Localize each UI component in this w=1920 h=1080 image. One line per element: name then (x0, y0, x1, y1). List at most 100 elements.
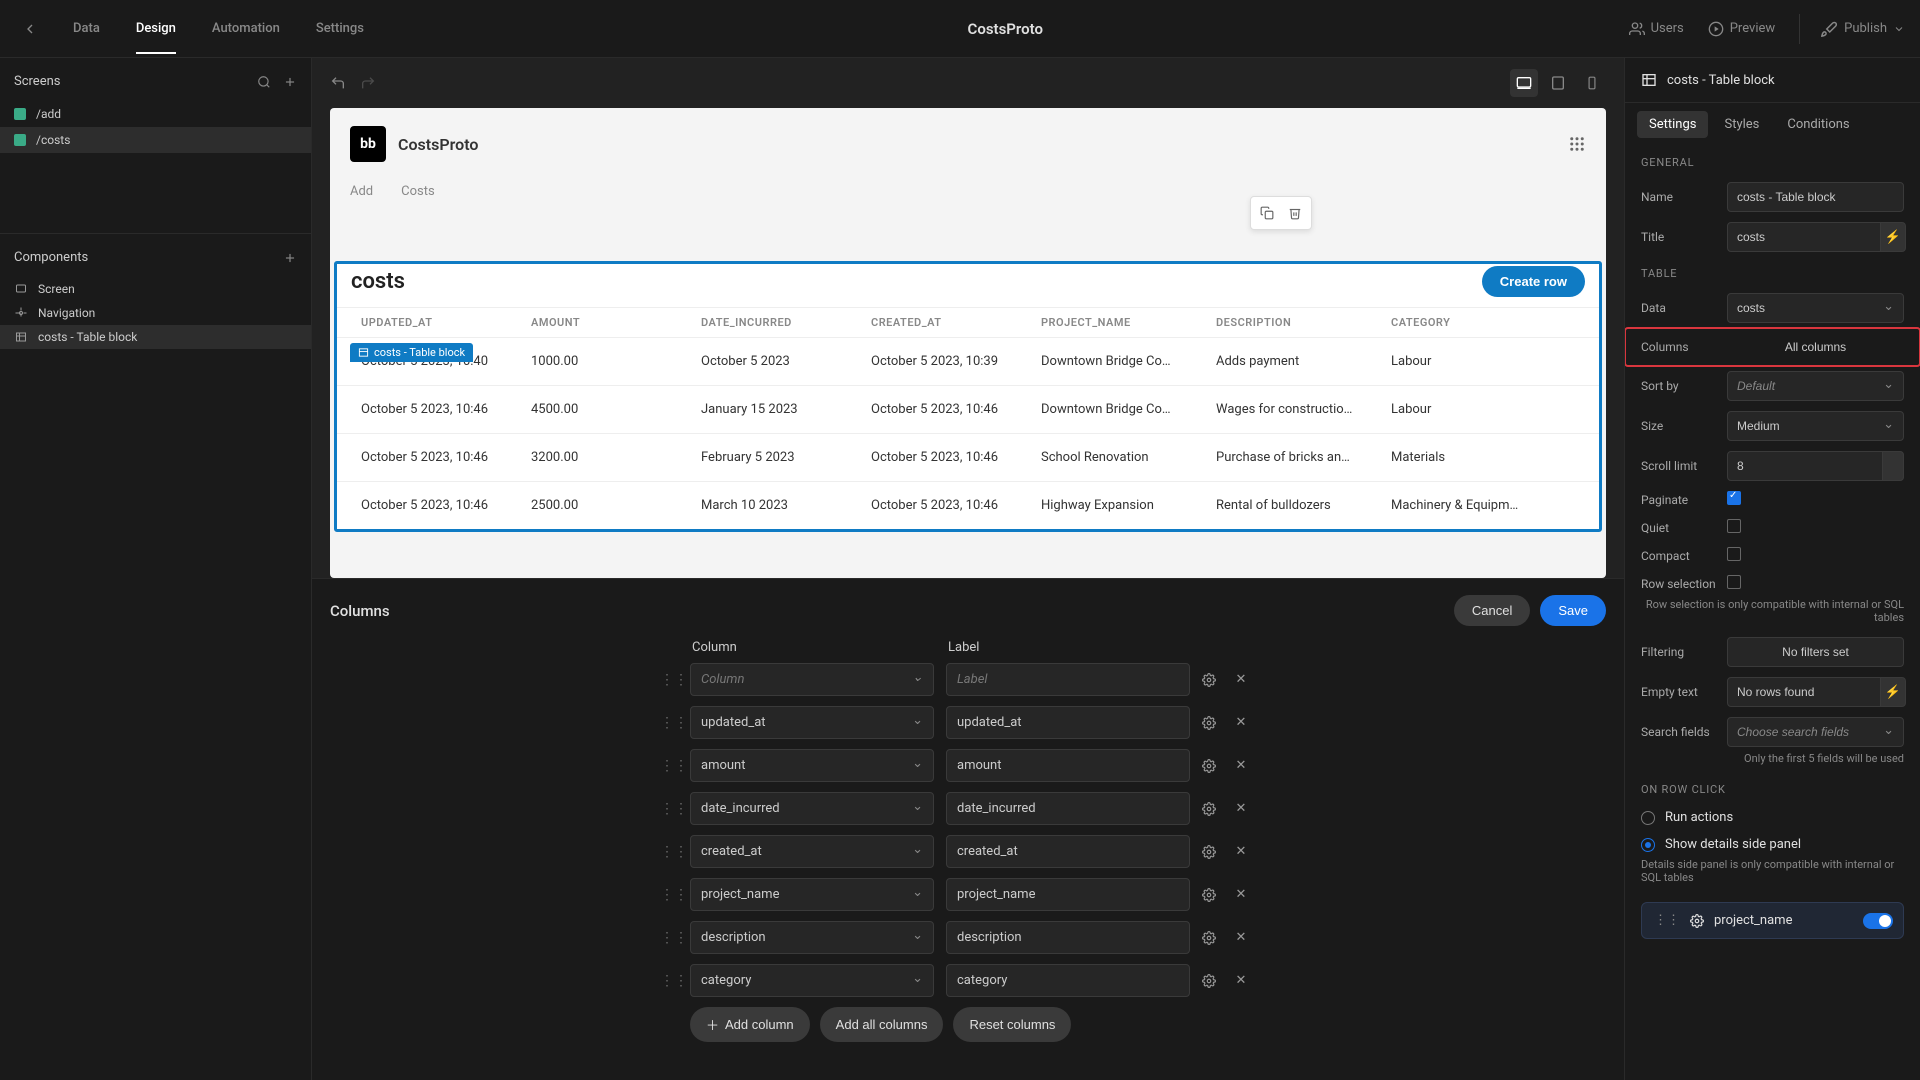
delete-button[interactable] (1283, 201, 1307, 225)
label-input[interactable]: amount (946, 749, 1190, 782)
drag-handle-icon[interactable]: ⋮⋮ (660, 930, 678, 946)
cancel-button[interactable]: Cancel (1454, 595, 1530, 626)
undo-button[interactable] (330, 75, 346, 91)
rtab-styles[interactable]: Styles (1712, 111, 1771, 138)
label-input[interactable]: Label (946, 663, 1190, 696)
add-component-icon[interactable] (283, 251, 297, 265)
add-all-columns-button[interactable]: Add all columns (820, 1007, 944, 1042)
nav-tab-settings[interactable]: Settings (298, 3, 382, 54)
table-row[interactable]: October 5 2023, 10:401000.00October 5 20… (337, 337, 1599, 385)
empty-text-input[interactable] (1727, 677, 1904, 707)
nav-tab-data[interactable]: Data (55, 3, 118, 54)
sortby-select[interactable] (1727, 371, 1904, 401)
title-input[interactable] (1727, 222, 1904, 252)
filtering-value[interactable] (1727, 637, 1904, 667)
component-table-block[interactable]: costs - Table block (0, 325, 311, 349)
rtab-settings[interactable]: Settings (1637, 111, 1708, 138)
component-navigation[interactable]: Navigation (0, 301, 311, 325)
block-selection-chip[interactable]: costs - Table block (350, 343, 473, 362)
tablet-view-button[interactable] (1544, 69, 1572, 97)
back-button[interactable] (15, 14, 45, 44)
nav-tab-design[interactable]: Design (118, 3, 194, 54)
columns-field-highlighted[interactable]: Columns (1625, 328, 1920, 366)
drag-handle-icon[interactable]: ⋮⋮ (660, 801, 678, 817)
column-select[interactable]: created_at (690, 835, 934, 868)
scroll-limit-input[interactable] (1727, 451, 1904, 481)
gear-icon[interactable] (1202, 759, 1220, 773)
data-select[interactable] (1727, 293, 1904, 323)
close-icon[interactable]: ✕ (1232, 844, 1250, 859)
gear-icon[interactable] (1690, 914, 1704, 928)
compact-checkbox[interactable] (1727, 547, 1741, 561)
publish-button[interactable]: Publish (1799, 14, 1905, 44)
users-button[interactable]: Users (1629, 21, 1684, 37)
radio-run-actions[interactable]: Run actions (1625, 804, 1920, 831)
close-icon[interactable]: ✕ (1232, 973, 1250, 988)
table-row[interactable]: October 5 2023, 10:462500.00March 10 202… (337, 481, 1599, 529)
nav-tab-automation[interactable]: Automation (194, 3, 298, 54)
paginate-checkbox[interactable] (1727, 491, 1741, 505)
mobile-view-button[interactable] (1578, 69, 1606, 97)
drag-handle-icon[interactable]: ⋮⋮ (660, 973, 678, 989)
add-screen-icon[interactable] (283, 75, 297, 89)
gear-icon[interactable] (1202, 974, 1220, 988)
table-row[interactable]: October 5 2023, 10:463200.00February 5 2… (337, 433, 1599, 481)
detail-field-project-name[interactable]: ⋮⋮ project_name (1641, 902, 1904, 939)
name-input[interactable] (1727, 182, 1904, 212)
app-tab-add[interactable]: Add (350, 184, 373, 209)
component-screen[interactable]: Screen (0, 277, 311, 301)
column-select[interactable]: description (690, 921, 934, 954)
bolt-icon[interactable]: ⚡ (1880, 677, 1906, 707)
screen-item-add[interactable]: /add (0, 101, 311, 127)
gear-icon[interactable] (1202, 888, 1220, 902)
gear-icon[interactable] (1202, 845, 1220, 859)
quiet-checkbox[interactable] (1727, 519, 1741, 533)
drag-handle-icon[interactable]: ⋮⋮ (660, 887, 678, 903)
close-icon[interactable]: ✕ (1232, 801, 1250, 816)
rtab-conditions[interactable]: Conditions (1775, 111, 1861, 138)
close-icon[interactable]: ✕ (1232, 672, 1250, 687)
drag-handle-icon[interactable]: ⋮⋮ (660, 844, 678, 860)
redo-button[interactable] (360, 75, 376, 91)
drag-handle-icon[interactable]: ⋮⋮ (660, 715, 678, 731)
gear-icon[interactable] (1202, 716, 1220, 730)
radio-show-details[interactable]: Show details side panel (1625, 831, 1920, 858)
drag-handle-icon[interactable]: ⋮⋮ (660, 758, 678, 774)
column-select[interactable]: updated_at (690, 706, 934, 739)
label-input[interactable]: category (946, 964, 1190, 997)
gear-icon[interactable] (1202, 802, 1220, 816)
duplicate-button[interactable] (1255, 201, 1279, 225)
drag-handle-icon[interactable]: ⋮⋮ (660, 672, 678, 688)
reset-columns-button[interactable]: Reset columns (953, 1007, 1071, 1042)
close-icon[interactable]: ✕ (1232, 758, 1250, 773)
column-select[interactable]: Column (690, 663, 934, 696)
column-select[interactable]: date_incurred (690, 792, 934, 825)
preview-button[interactable]: Preview (1708, 21, 1775, 37)
label-input[interactable]: updated_at (946, 706, 1190, 739)
column-select[interactable]: category (690, 964, 934, 997)
drag-handle-icon[interactable]: ⋮⋮ (1654, 913, 1680, 928)
desktop-view-button[interactable] (1510, 69, 1538, 97)
label-input[interactable]: date_incurred (946, 792, 1190, 825)
bolt-icon[interactable]: ⚡ (1880, 222, 1906, 252)
column-select[interactable]: project_name (690, 878, 934, 911)
create-row-button[interactable]: Create row (1482, 266, 1585, 297)
save-button[interactable]: Save (1540, 595, 1606, 626)
app-tab-costs[interactable]: Costs (401, 184, 435, 209)
add-column-button[interactable]: ＋Add column (690, 1007, 810, 1042)
size-select[interactable] (1727, 411, 1904, 441)
close-icon[interactable]: ✕ (1232, 887, 1250, 902)
label-input[interactable]: project_name (946, 878, 1190, 911)
table-row[interactable]: October 5 2023, 10:464500.00January 15 2… (337, 385, 1599, 433)
label-input[interactable]: created_at (946, 835, 1190, 868)
search-fields-select[interactable] (1727, 717, 1904, 747)
label-input[interactable]: description (946, 921, 1190, 954)
apps-grid-icon[interactable] (1568, 135, 1586, 153)
screen-item-costs[interactable]: /costs (0, 127, 311, 153)
close-icon[interactable]: ✕ (1232, 930, 1250, 945)
gear-icon[interactable] (1202, 931, 1220, 945)
close-icon[interactable]: ✕ (1232, 715, 1250, 730)
search-icon[interactable] (257, 75, 271, 89)
field-toggle[interactable] (1863, 913, 1893, 929)
rowsel-checkbox[interactable] (1727, 575, 1741, 589)
